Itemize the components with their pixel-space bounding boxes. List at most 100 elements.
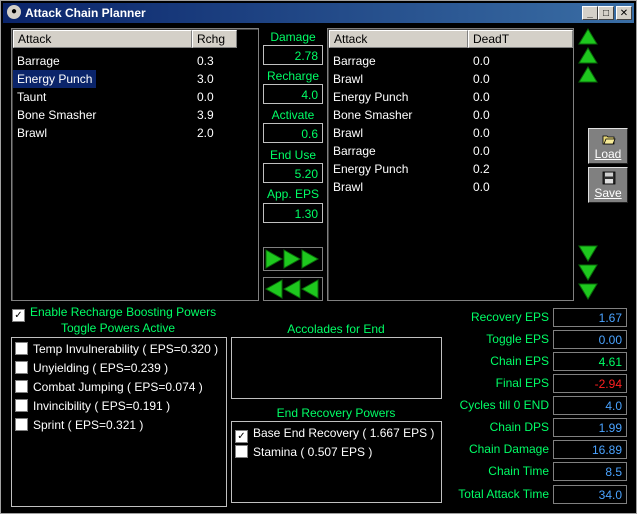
- enable-recharge-boost-label: Enable Recharge Boosting Powers: [30, 305, 217, 319]
- result-label: Total Attack Time: [458, 487, 549, 501]
- chain-attack-name: Energy Punch: [333, 162, 409, 176]
- rchg-column-header[interactable]: Rchg: [192, 30, 237, 48]
- load-label: Load: [594, 147, 622, 161]
- load-button[interactable]: Load: [588, 128, 628, 164]
- toggle-power-label: Sprint ( EPS=0.321 ): [33, 418, 144, 432]
- chain-row[interactable]: Energy Punch 0.2: [329, 160, 569, 178]
- toggle-power-checkbox[interactable]: Invincibility ( EPS=0.191 ): [15, 397, 170, 415]
- toggle-power-label: Combat Jumping ( EPS=0.074 ): [33, 380, 203, 394]
- app-icon[interactable]: ●: [7, 5, 21, 19]
- chain-list-header: Attack DeadT: [329, 30, 573, 48]
- end-recovery-checkbox[interactable]: ✓ Base End Recovery ( 1.667 EPS ): [235, 424, 435, 443]
- result-label: Recovery EPS: [470, 310, 549, 324]
- attack-row[interactable]: Brawl 2.0: [13, 124, 253, 142]
- deadt-column-header[interactable]: DeadT: [468, 30, 573, 48]
- save-button[interactable]: Save: [588, 167, 628, 203]
- chain-row[interactable]: Bone Smasher 0.0: [329, 106, 569, 124]
- result-label: Cycles till 0 END: [459, 398, 549, 412]
- result-label: Chain Time: [488, 464, 549, 478]
- chain-row[interactable]: Energy Punch 0.0: [329, 88, 569, 106]
- window-title: Attack Chain Planner: [25, 6, 146, 20]
- chain-attack-name: Barrage: [333, 144, 376, 158]
- toggle-power-checkbox[interactable]: Sprint ( EPS=0.321 ): [15, 416, 143, 434]
- result-label: Chain DPS: [489, 420, 549, 434]
- chain-deadt: 0.0: [473, 144, 490, 158]
- result-value: 1.99: [553, 418, 627, 437]
- save-label: Save: [594, 186, 622, 200]
- result-value: 4.61: [553, 352, 627, 371]
- toggle-powers-panel: Temp Invulnerability ( EPS=0.320 ) Unyiel…: [11, 337, 227, 507]
- checkbox-checked[interactable]: ✓: [235, 430, 248, 443]
- activate-value: 0.6: [263, 123, 323, 143]
- checkbox-unchecked[interactable]: [15, 361, 28, 374]
- result-value: 0.00: [553, 330, 627, 349]
- app-window: ● Attack Chain Planner _ □ ✕ Attack Rchg…: [0, 0, 637, 514]
- move-down-buttons[interactable]: [577, 243, 599, 301]
- remove-from-chain-button[interactable]: [263, 277, 323, 301]
- attack-name: Taunt: [17, 90, 47, 104]
- chain-attack-name: Barrage: [333, 54, 376, 68]
- result-value: 8.5: [553, 462, 627, 481]
- attack-rchg: 0.3: [197, 54, 214, 68]
- attack-name: Bone Smasher: [17, 108, 97, 122]
- chain-row[interactable]: Brawl 0.0: [329, 124, 569, 142]
- chain-attack-column-header[interactable]: Attack: [329, 30, 468, 48]
- toggle-power-checkbox[interactable]: Temp Invulnerability ( EPS=0.320 ): [15, 340, 218, 358]
- attack-list[interactable]: Attack Rchg Barrage 0.3 Energy Punch 3.0 Tau…: [11, 28, 259, 301]
- enable-recharge-boost-checkbox[interactable]: ✓ Enable Recharge Boosting Powers: [12, 303, 217, 322]
- attack-row[interactable]: Bone Smasher 3.9: [13, 106, 253, 124]
- checkbox-unchecked[interactable]: [15, 380, 28, 393]
- end-recovery-label: Base End Recovery ( 1.667 EPS ): [253, 426, 435, 440]
- attack-row[interactable]: Energy Punch 3.0: [13, 70, 253, 88]
- damage-label: Damage: [270, 30, 316, 44]
- add-to-chain-button[interactable]: [263, 247, 323, 271]
- chain-deadt: 0.0: [473, 54, 490, 68]
- minimize-button[interactable]: _: [582, 6, 598, 20]
- attack-row[interactable]: Taunt 0.0: [13, 88, 253, 106]
- toggle-power-checkbox[interactable]: Combat Jumping ( EPS=0.074 ): [15, 378, 203, 396]
- checkbox-unchecked[interactable]: [235, 445, 248, 458]
- result-value: 1.67: [553, 308, 627, 327]
- chain-attack-name: Brawl: [333, 180, 364, 194]
- close-button[interactable]: ✕: [616, 6, 632, 20]
- result-label: Toggle EPS: [486, 332, 549, 346]
- maximize-button[interactable]: □: [598, 6, 614, 20]
- end-recovery-label: Stamina ( 0.507 EPS ): [253, 445, 373, 459]
- end-use-label: End Use: [269, 148, 317, 162]
- accolades-panel[interactable]: [231, 337, 442, 399]
- result-value: -2.94: [553, 374, 627, 393]
- end-use-value: 5.20: [263, 163, 323, 183]
- result-value: 4.0: [553, 396, 627, 415]
- attack-name: Barrage: [17, 54, 60, 68]
- recharge-value: 4.0: [263, 84, 323, 104]
- chain-deadt: 0.0: [473, 72, 490, 86]
- checkbox-unchecked[interactable]: [15, 342, 28, 355]
- chain-attack-name: Bone Smasher: [333, 108, 413, 122]
- chain-deadt: 0.0: [473, 108, 490, 122]
- toggle-power-checkbox[interactable]: Unyielding ( EPS=0.239 ): [15, 359, 168, 377]
- green-down-arrow-icon: [578, 245, 598, 262]
- attack-column-header[interactable]: Attack: [13, 30, 192, 48]
- toggle-power-label: Unyielding ( EPS=0.239 ): [33, 361, 169, 375]
- end-recovery-checkbox[interactable]: Stamina ( 0.507 EPS ): [235, 443, 372, 461]
- floppy-disk-icon: [602, 171, 616, 185]
- toggle-power-label: Temp Invulnerability ( EPS=0.320 ): [33, 342, 219, 356]
- chain-row[interactable]: Barrage 0.0: [329, 142, 569, 160]
- chain-row[interactable]: Brawl 0.0: [329, 178, 569, 196]
- attack-list-header: Attack Rchg: [13, 30, 237, 48]
- chain-row[interactable]: Brawl 0.0: [329, 70, 569, 88]
- chain-attack-name: Energy Punch: [333, 90, 409, 104]
- accolades-title: Accolades for End: [287, 322, 385, 336]
- attack-name: Energy Punch: [13, 70, 97, 88]
- checkbox-unchecked[interactable]: [15, 418, 28, 431]
- move-up-buttons[interactable]: [577, 27, 599, 85]
- chain-list[interactable]: Attack DeadT Barrage 0.0 Brawl 0.0 Energy Pu…: [327, 28, 574, 301]
- checkbox-unchecked[interactable]: [15, 399, 28, 412]
- attack-row[interactable]: Barrage 0.3: [13, 52, 253, 70]
- attack-rchg: 3.9: [197, 108, 214, 122]
- result-value: 16.89: [553, 440, 627, 459]
- green-up-arrow-icon: [578, 28, 598, 45]
- title-bar: ● Attack Chain Planner _ □ ✕: [3, 3, 634, 23]
- attack-rchg: 2.0: [197, 126, 214, 140]
- chain-row[interactable]: Barrage 0.0: [329, 52, 569, 70]
